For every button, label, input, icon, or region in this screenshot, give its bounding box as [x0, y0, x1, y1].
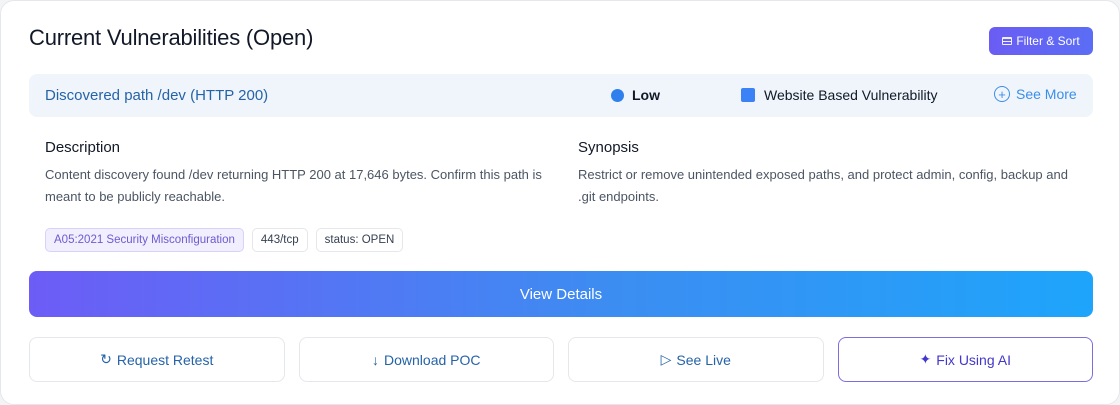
- play-icon: ▷: [660, 351, 672, 367]
- description-text: Content discovery found /dev returning H…: [45, 167, 542, 204]
- vulnerability-type: Website Based Vulnerability: [741, 87, 938, 103]
- synopsis-text: Restrict or remove unintended exposed pa…: [578, 167, 1068, 204]
- severity-dot-icon: [611, 88, 624, 102]
- request-retest-label: Request Retest: [116, 351, 214, 368]
- vulnerability-header: Discovered path /dev (HTTP 200) Low Webs…: [29, 74, 1093, 117]
- see-live-button[interactable]: ▷ See Live: [568, 337, 824, 382]
- request-retest-button[interactable]: ↻ Request Retest: [29, 337, 285, 382]
- vulnerability-name[interactable]: Discovered path /dev (HTTP 200): [45, 87, 268, 104]
- filter-sort-button[interactable]: Filter & Sort: [989, 27, 1093, 55]
- see-more-link[interactable]: + See More: [994, 86, 1077, 102]
- fix-using-ai-button[interactable]: ✦ Fix Using AI: [837, 337, 1093, 382]
- download-poc-label: Download POC: [384, 351, 481, 368]
- see-live-label: See Live: [676, 351, 731, 368]
- severity-indicator: Low: [611, 87, 660, 103]
- vulnerability-card: Current Vulnerabilities (Open) Filter & …: [0, 0, 1120, 405]
- page-title: Current Vulnerabilities (Open): [29, 25, 314, 50]
- download-icon: ↓: [372, 351, 379, 368]
- refresh-icon: ↻: [100, 351, 112, 367]
- download-poc-button[interactable]: ↓ Download POC: [298, 337, 554, 382]
- fix-using-ai-label: Fix Using AI: [936, 351, 1011, 368]
- plus-circle-icon: +: [994, 86, 1010, 102]
- port-tag: 443/tcp: [251, 228, 308, 252]
- action-bar: ↻ Request Retest ↓ Download POC ▷ See Li…: [29, 337, 1093, 382]
- description-title: Description: [45, 139, 121, 156]
- owasp-tag: A05:2021 Security Misconfiguration: [45, 228, 244, 252]
- tag-list: A05:2021 Security Misconfiguration 443/t…: [45, 228, 404, 252]
- vulnerability-type-label: Website Based Vulnerability: [764, 87, 938, 103]
- list-icon: [1002, 37, 1013, 45]
- severity-label: Low: [632, 87, 660, 103]
- type-square-icon: [741, 88, 755, 102]
- sparkle-icon: ✦: [919, 351, 932, 367]
- filter-sort-label: Filter & Sort: [1016, 34, 1080, 48]
- see-more-label: See More: [1016, 86, 1077, 102]
- status-badge: status: OPEN: [315, 228, 404, 252]
- view-details-button[interactable]: View Details: [29, 271, 1093, 317]
- synopsis-title: Synopsis: [578, 139, 639, 156]
